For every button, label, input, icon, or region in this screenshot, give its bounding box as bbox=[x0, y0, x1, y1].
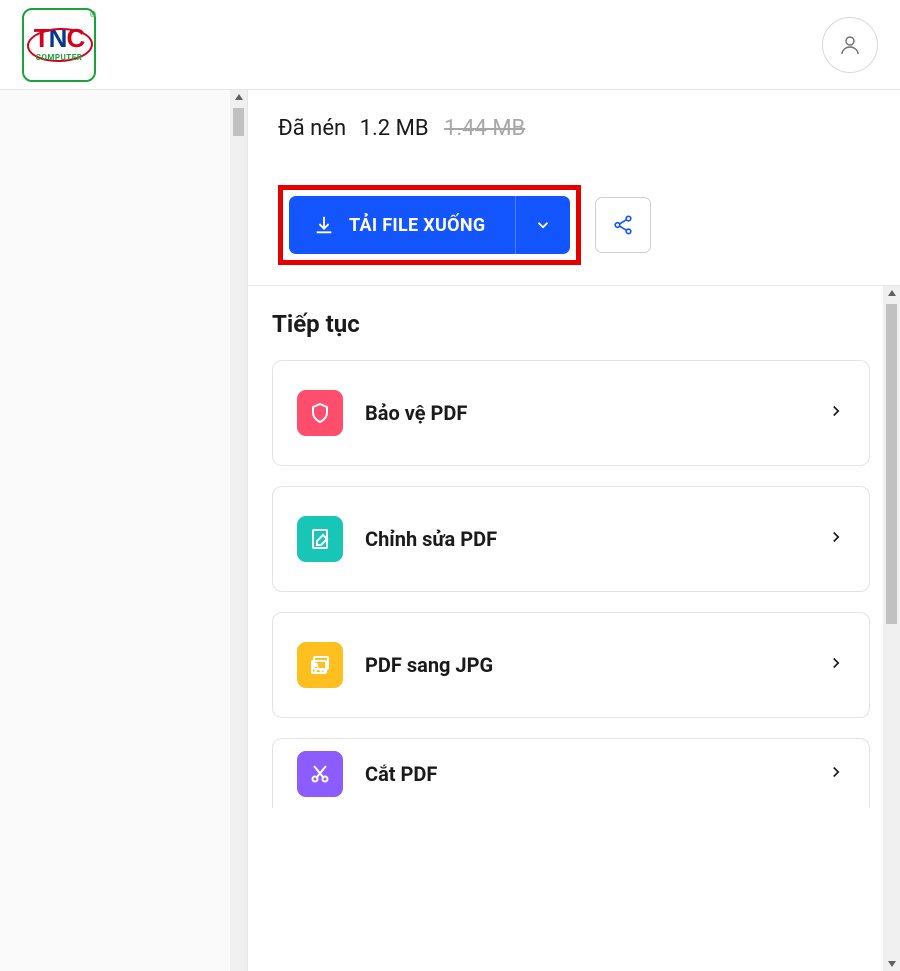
edit-icon bbox=[297, 516, 343, 562]
action-label: Chỉnh sửa PDF bbox=[365, 527, 827, 551]
action-label: Bảo vệ PDF bbox=[365, 401, 827, 425]
compress-summary: Đã nén 1.2 MB 1.44 MB bbox=[278, 116, 870, 141]
share-icon bbox=[612, 214, 634, 236]
image-icon bbox=[297, 642, 343, 688]
compressed-label: Đã nén bbox=[278, 116, 346, 141]
action-label: PDF sang JPG bbox=[365, 653, 827, 677]
chevron-down-icon bbox=[534, 216, 552, 234]
download-dropdown-toggle[interactable] bbox=[516, 196, 570, 254]
profile-avatar-button[interactable] bbox=[822, 17, 878, 73]
download-highlight-box: TẢI FILE XUỐNG bbox=[278, 185, 581, 265]
chevron-right-icon bbox=[827, 528, 845, 550]
share-button[interactable] bbox=[595, 197, 651, 253]
original-size: 1.44 MB bbox=[444, 116, 525, 141]
action-edit-pdf[interactable]: Chỉnh sửa PDF bbox=[272, 486, 870, 592]
download-button[interactable]: TẢI FILE XUỐNG bbox=[289, 196, 570, 254]
download-icon bbox=[313, 214, 335, 236]
download-button-label: TẢI FILE XUỐNG bbox=[349, 215, 485, 236]
chevron-right-icon bbox=[827, 654, 845, 676]
shield-icon bbox=[297, 390, 343, 436]
action-split-pdf[interactable]: Cắt PDF bbox=[272, 738, 870, 808]
logo-subtext: COMPUTER bbox=[36, 53, 83, 62]
main-scrollbar[interactable] bbox=[883, 286, 900, 971]
top-bar: ® TNC COMPUTER bbox=[0, 0, 900, 90]
action-pdf-to-jpg[interactable]: PDF sang JPG bbox=[272, 612, 870, 718]
compressed-size: 1.2 MB bbox=[360, 116, 429, 141]
sidebar-scrollbar[interactable] bbox=[230, 90, 247, 971]
continue-panel: Tiếp tục Bảo vệ PDF Chỉnh sửa PDF bbox=[248, 286, 900, 971]
action-buttons-row: TẢI FILE XUỐNG bbox=[278, 185, 870, 265]
main-panel: Đã nén 1.2 MB 1.44 MB TẢI FILE XUỐNG bbox=[248, 90, 900, 971]
user-icon bbox=[838, 33, 862, 57]
action-protect-pdf[interactable]: Bảo vệ PDF bbox=[272, 360, 870, 466]
chevron-right-icon bbox=[827, 763, 845, 785]
chevron-right-icon bbox=[827, 402, 845, 424]
compress-result-area: Đã nén 1.2 MB 1.44 MB TẢI FILE XUỐNG bbox=[248, 90, 900, 286]
action-label: Cắt PDF bbox=[365, 762, 827, 786]
scissors-icon bbox=[297, 751, 343, 797]
continue-title: Tiếp tục bbox=[272, 310, 870, 338]
left-sidebar bbox=[0, 90, 248, 971]
tnc-logo: ® TNC COMPUTER bbox=[22, 8, 96, 82]
body: Đã nén 1.2 MB 1.44 MB TẢI FILE XUỐNG bbox=[0, 90, 900, 971]
